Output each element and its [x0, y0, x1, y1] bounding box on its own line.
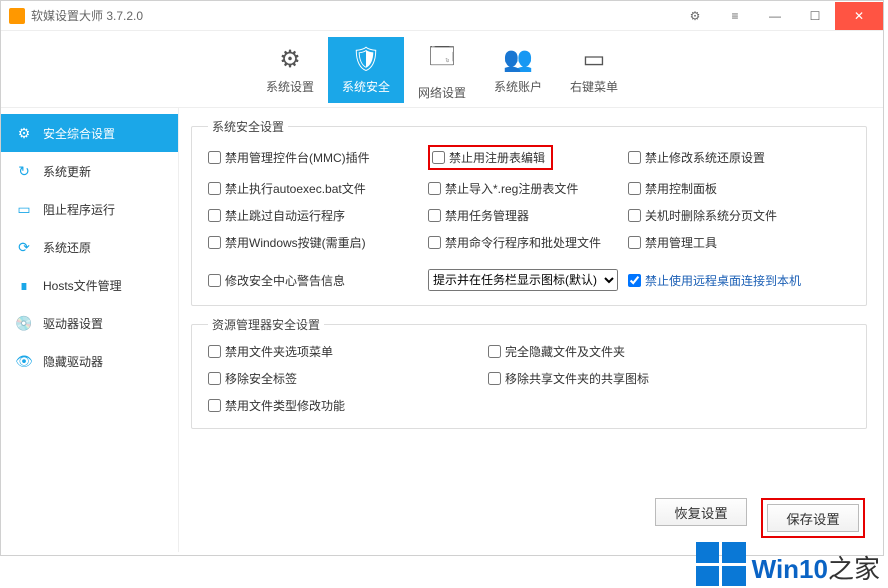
group-explorer-security: 资源管理器安全设置 禁用文件夹选项菜单 完全隐藏文件及文件夹 移除安全标签 移除…	[191, 316, 867, 429]
group-legend: 资源管理器安全设置	[208, 316, 324, 333]
tab-network-settings[interactable]: 🗔 网络设置	[404, 37, 480, 103]
app-logo-icon	[9, 8, 25, 24]
sidebar-item-system-restore[interactable]: ⟳ 系统还原	[1, 228, 178, 266]
watermark-text: Win10之家	[752, 549, 880, 586]
checkbox-reg-import[interactable]: 禁止导入*.reg注册表文件	[428, 180, 628, 197]
checkbox-filetype[interactable]: 禁用文件类型修改功能	[208, 397, 488, 414]
gear-icon: ⚙	[279, 45, 301, 74]
restore-button[interactable]: 恢复设置	[655, 498, 747, 526]
security-center-select[interactable]: 提示并在任务栏显示图标(默认)	[428, 269, 618, 291]
tab-label: 系统账户	[494, 78, 542, 95]
titlebar: 软媒设置大师 3.7.2.0 ⚙ ≡ — ☐ ✕	[1, 1, 883, 31]
sidebar-item-label: 阻止程序运行	[43, 201, 115, 218]
sidebar-item-security-overview[interactable]: ⚙ 安全综合设置	[1, 114, 178, 152]
sidebar-item-label: 隐藏驱动器	[43, 353, 103, 370]
highlighted-checkbox-registry: 禁止用注册表编辑	[428, 145, 553, 170]
settings-icon[interactable]: ⚙	[675, 2, 715, 30]
tab-label: 系统安全	[342, 78, 390, 95]
users-icon: 👥	[503, 45, 533, 74]
checkbox-security-tab[interactable]: 移除安全标签	[208, 370, 488, 387]
sidebar-item-hide-drives[interactable]: 👁 隐藏驱动器	[1, 342, 178, 380]
tab-label: 系统设置	[266, 78, 314, 95]
checkbox-taskmgr[interactable]: 禁用任务管理器	[428, 207, 628, 224]
gear-icon: ⚙	[15, 124, 33, 142]
disk-icon: 💿	[15, 314, 33, 332]
sidebar: ⚙ 安全综合设置 ↻ 系统更新 ▭ 阻止程序运行 ⟳ 系统还原 ∎ Hosts文…	[1, 108, 179, 552]
checkbox-autoexec[interactable]: 禁止执行autoexec.bat文件	[208, 180, 428, 197]
sidebar-item-label: 系统更新	[43, 163, 91, 180]
network-icon: 🗔	[429, 39, 455, 80]
sidebar-item-label: 驱动器设置	[43, 315, 103, 332]
hosts-icon: ∎	[15, 276, 33, 294]
checkbox-cmd[interactable]: 禁用命令行程序和批处理文件	[428, 234, 628, 251]
sidebar-item-drive-settings[interactable]: 💿 驱动器设置	[1, 304, 178, 342]
save-button[interactable]: 保存设置	[767, 504, 859, 532]
sidebar-item-label: 系统还原	[43, 239, 91, 256]
checkbox-autorun[interactable]: 禁止跳过自动运行程序	[208, 207, 428, 224]
highlighted-save: 保存设置	[761, 498, 865, 538]
tab-system-accounts[interactable]: 👥 系统账户	[480, 37, 556, 103]
checkbox-winkey[interactable]: 禁用Windows按键(需重启)	[208, 234, 428, 251]
footer-buttons: 恢复设置 保存设置	[655, 498, 865, 538]
main-toolbar: ⚙ 系统设置 🛡 系统安全 🗔 网络设置 👥 系统账户 ▭ 右键菜单	[1, 31, 883, 108]
group-system-security: 系统安全设置 禁用管理控件台(MMC)插件 禁止用注册表编辑 禁止修改系统还原设…	[191, 118, 867, 306]
minimize-button[interactable]: —	[755, 2, 795, 30]
checkbox-pagefile[interactable]: 关机时删除系统分页文件	[628, 207, 828, 224]
tab-label: 网络设置	[418, 84, 466, 101]
sidebar-item-label: Hosts文件管理	[43, 277, 122, 294]
window-title: 软媒设置大师 3.7.2.0	[31, 7, 143, 24]
checkbox-control-panel[interactable]: 禁用控制面板	[628, 180, 828, 197]
checkbox-remote-desktop[interactable]: 禁止使用远程桌面连接到本机	[628, 272, 828, 289]
tab-system-settings[interactable]: ⚙ 系统设置	[252, 37, 328, 103]
hide-icon: 👁	[15, 352, 33, 370]
tab-label: 右键菜单	[570, 78, 618, 95]
checkbox-admintools[interactable]: 禁用管理工具	[628, 234, 828, 251]
maximize-button[interactable]: ☐	[795, 2, 835, 30]
close-button[interactable]: ✕	[835, 2, 883, 30]
watermark: Win10之家	[696, 542, 880, 586]
content-area: 系统安全设置 禁用管理控件台(MMC)插件 禁止用注册表编辑 禁止修改系统还原设…	[179, 108, 883, 552]
checkbox-security-center[interactable]: 修改安全中心警告信息	[208, 272, 428, 289]
tab-context-menu[interactable]: ▭ 右键菜单	[556, 37, 632, 103]
sidebar-item-label: 安全综合设置	[43, 125, 115, 142]
windows-logo-icon	[696, 542, 746, 586]
checkbox-folder-options[interactable]: 禁用文件夹选项菜单	[208, 343, 488, 360]
checkbox-hide-files[interactable]: 完全隐藏文件及文件夹	[488, 343, 768, 360]
sidebar-item-system-update[interactable]: ↻ 系统更新	[1, 152, 178, 190]
sidebar-item-block-programs[interactable]: ▭ 阻止程序运行	[1, 190, 178, 228]
menu-icon: ▭	[583, 45, 606, 74]
shield-icon: 🛡	[351, 45, 381, 74]
checkbox-registry-edit[interactable]: 禁止用注册表编辑	[432, 149, 545, 166]
checkbox-share-icon[interactable]: 移除共享文件夹的共享图标	[488, 370, 768, 387]
block-icon: ▭	[15, 200, 33, 218]
checkbox-restore-settings[interactable]: 禁止修改系统还原设置	[628, 149, 828, 166]
dropdown-icon[interactable]: ≡	[715, 2, 755, 30]
checkbox-mmc[interactable]: 禁用管理控件台(MMC)插件	[208, 149, 428, 166]
restore-icon: ⟳	[15, 238, 33, 256]
refresh-icon: ↻	[15, 162, 33, 180]
group-legend: 系统安全设置	[208, 118, 288, 135]
tab-system-security[interactable]: 🛡 系统安全	[328, 37, 404, 103]
sidebar-item-hosts[interactable]: ∎ Hosts文件管理	[1, 266, 178, 304]
